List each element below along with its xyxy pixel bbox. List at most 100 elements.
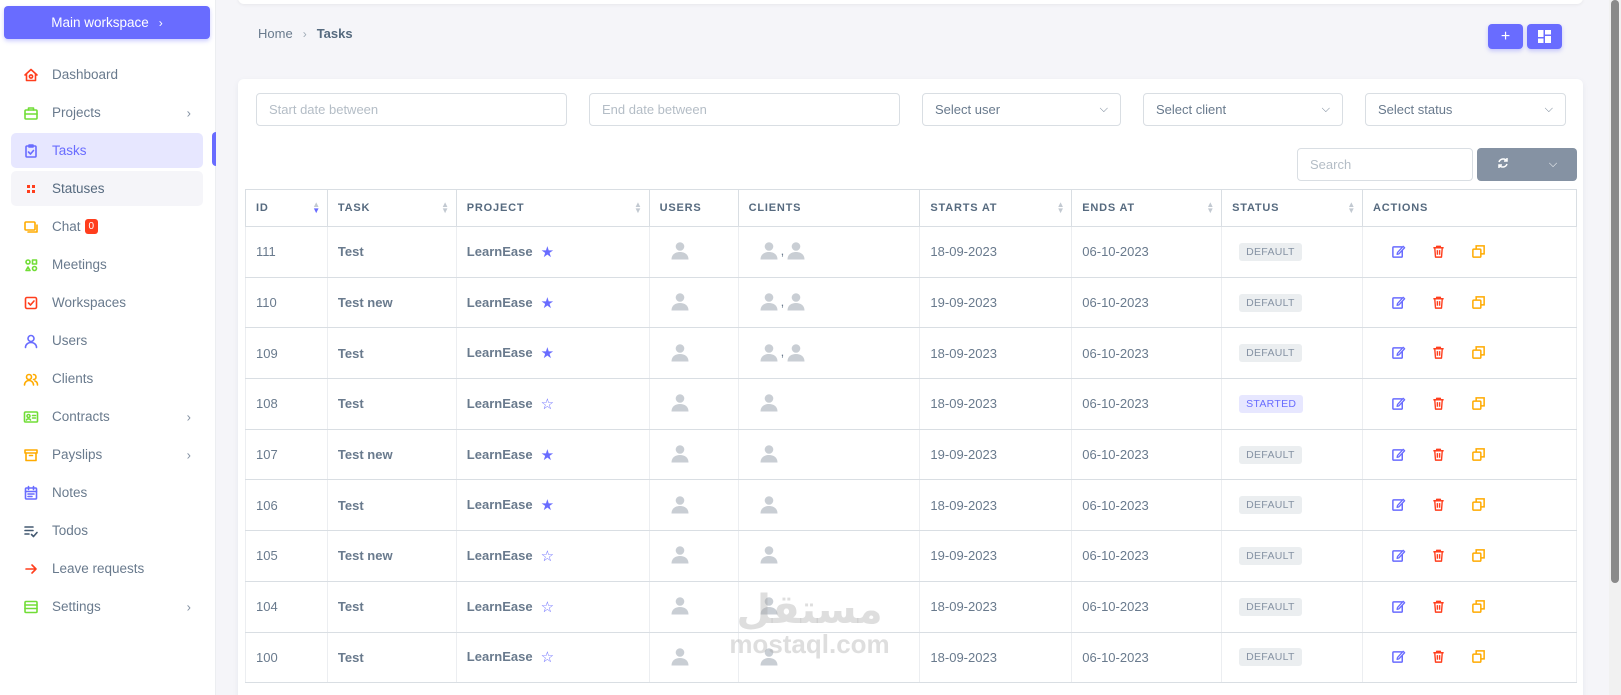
task-name-link[interactable]: Test <box>326 226 457 278</box>
task-name-link[interactable]: Test new <box>326 530 457 582</box>
sidebar-item-workspaces[interactable]: Workspaces <box>11 285 203 320</box>
project-link[interactable]: LearnEase <box>467 599 533 614</box>
project-link[interactable]: LearnEase <box>467 295 533 310</box>
delete-icon[interactable] <box>1431 447 1447 463</box>
sidebar-item-payslips[interactable]: Payslips › <box>11 437 203 472</box>
columns-dropdown-button[interactable]: ⌵ <box>1529 158 1577 171</box>
column-header-id[interactable]: ID ▲ ▼ <box>245 189 328 227</box>
star-outline-icon[interactable]: ☆ <box>541 599 554 616</box>
add-task-button[interactable]: + <box>1488 24 1523 49</box>
main-workspace-button[interactable]: Main workspace › <box>4 6 210 39</box>
edit-icon[interactable] <box>1391 345 1407 361</box>
duplicate-icon[interactable] <box>1471 649 1487 665</box>
delete-icon[interactable] <box>1431 396 1447 412</box>
star-filled-icon[interactable]: ★ <box>541 345 554 362</box>
duplicate-icon[interactable] <box>1471 295 1487 311</box>
column-header-task[interactable]: TASK ▲ ▼ <box>326 189 457 227</box>
user-avatar[interactable] <box>670 240 690 260</box>
star-outline-icon[interactable]: ☆ <box>541 548 554 565</box>
user-avatar[interactable] <box>670 494 690 514</box>
client-avatar[interactable] <box>786 342 806 362</box>
start-date-input[interactable]: Start date between <box>256 93 567 126</box>
delete-icon[interactable] <box>1431 548 1447 564</box>
client-avatar[interactable] <box>759 494 779 514</box>
sidebar-item-settings[interactable]: Settings › <box>11 589 203 624</box>
edit-icon[interactable] <box>1391 649 1407 665</box>
project-link[interactable]: LearnEase <box>467 649 533 664</box>
duplicate-icon[interactable] <box>1471 599 1487 615</box>
edit-icon[interactable] <box>1391 497 1407 513</box>
user-avatar[interactable] <box>670 443 690 463</box>
duplicate-icon[interactable] <box>1471 244 1487 260</box>
select-status-dropdown[interactable]: Select status ⌵ <box>1365 93 1566 126</box>
project-link[interactable]: LearnEase <box>467 396 533 411</box>
client-avatar[interactable] <box>759 342 779 362</box>
duplicate-icon[interactable] <box>1471 447 1487 463</box>
column-header-status[interactable]: STATUS ▲ ▼ <box>1221 189 1364 227</box>
user-avatar[interactable] <box>670 544 690 564</box>
duplicate-icon[interactable] <box>1471 548 1487 564</box>
project-link[interactable]: LearnEase <box>467 244 533 259</box>
project-link[interactable]: LearnEase <box>467 447 533 462</box>
breadcrumb-home[interactable]: Home <box>258 26 293 41</box>
sidebar-item-dashboard[interactable]: Dashboard <box>11 57 203 92</box>
star-outline-icon[interactable]: ☆ <box>541 649 554 666</box>
star-outline-icon[interactable]: ☆ <box>541 396 554 413</box>
sidebar-item-users[interactable]: Users <box>11 323 203 358</box>
task-name-link[interactable]: Test <box>326 378 457 430</box>
star-filled-icon[interactable]: ★ <box>541 244 554 261</box>
task-name-link[interactable]: Test new <box>326 277 457 329</box>
task-name-link[interactable]: Test new <box>326 429 457 481</box>
user-avatar[interactable] <box>670 646 690 666</box>
star-filled-icon[interactable]: ★ <box>541 295 554 312</box>
edit-icon[interactable] <box>1391 447 1407 463</box>
client-avatar[interactable] <box>759 240 779 260</box>
sidebar-item-projects[interactable]: Projects › <box>11 95 203 130</box>
star-filled-icon[interactable]: ★ <box>541 497 554 514</box>
edit-icon[interactable] <box>1391 396 1407 412</box>
task-name-link[interactable]: Test <box>326 327 457 380</box>
column-header-project[interactable]: PROJECT ▲ ▼ <box>455 189 650 227</box>
duplicate-icon[interactable] <box>1471 396 1487 412</box>
client-avatar[interactable] <box>759 392 779 412</box>
client-avatar[interactable] <box>786 291 806 311</box>
delete-icon[interactable] <box>1431 295 1447 311</box>
edit-icon[interactable] <box>1391 548 1407 564</box>
sidebar-item-clients[interactable]: Clients <box>11 361 203 396</box>
client-avatar[interactable] <box>759 443 779 463</box>
sidebar-item-contracts[interactable]: Contracts › <box>11 399 203 434</box>
column-header-ends-at[interactable]: ENDS AT ▲ ▼ <box>1071 189 1223 227</box>
select-user-dropdown[interactable]: Select user ⌵ <box>922 93 1121 126</box>
sidebar-item-leave-requests[interactable]: Leave requests <box>11 551 203 586</box>
page-scrollbar[interactable] <box>1609 0 1621 695</box>
column-header-starts-at[interactable]: STARTS AT ▲ ▼ <box>919 189 1073 227</box>
task-name-link[interactable]: Test <box>326 632 457 684</box>
search-input[interactable]: Search <box>1297 148 1473 181</box>
delete-icon[interactable] <box>1431 244 1447 260</box>
sidebar-item-notes[interactable]: Notes <box>11 475 203 510</box>
user-avatar[interactable] <box>670 342 690 362</box>
delete-icon[interactable] <box>1431 649 1447 665</box>
end-date-input[interactable]: End date between <box>589 93 900 126</box>
delete-icon[interactable] <box>1431 599 1447 615</box>
delete-icon[interactable] <box>1431 497 1447 513</box>
client-avatar[interactable] <box>759 544 779 564</box>
task-name-link[interactable]: Test <box>326 479 457 532</box>
select-client-dropdown[interactable]: Select client ⌵ <box>1143 93 1343 126</box>
task-name-link[interactable]: Test <box>326 581 457 633</box>
scrollbar-thumb[interactable] <box>1611 0 1619 583</box>
project-link[interactable]: LearnEase <box>467 345 533 360</box>
sidebar-item-meetings[interactable]: Meetings <box>11 247 203 282</box>
client-avatar[interactable] <box>759 291 779 311</box>
project-link[interactable]: LearnEase <box>467 548 533 563</box>
refresh-button[interactable] <box>1477 157 1529 172</box>
sidebar-item-statuses[interactable]: Statuses <box>11 171 203 206</box>
edit-icon[interactable] <box>1391 295 1407 311</box>
edit-icon[interactable] <box>1391 599 1407 615</box>
duplicate-icon[interactable] <box>1471 345 1487 361</box>
duplicate-icon[interactable] <box>1471 497 1487 513</box>
project-link[interactable]: LearnEase <box>467 497 533 512</box>
sidebar-item-todos[interactable]: Todos <box>11 513 203 548</box>
user-avatar[interactable] <box>670 392 690 412</box>
user-avatar[interactable] <box>670 595 690 615</box>
